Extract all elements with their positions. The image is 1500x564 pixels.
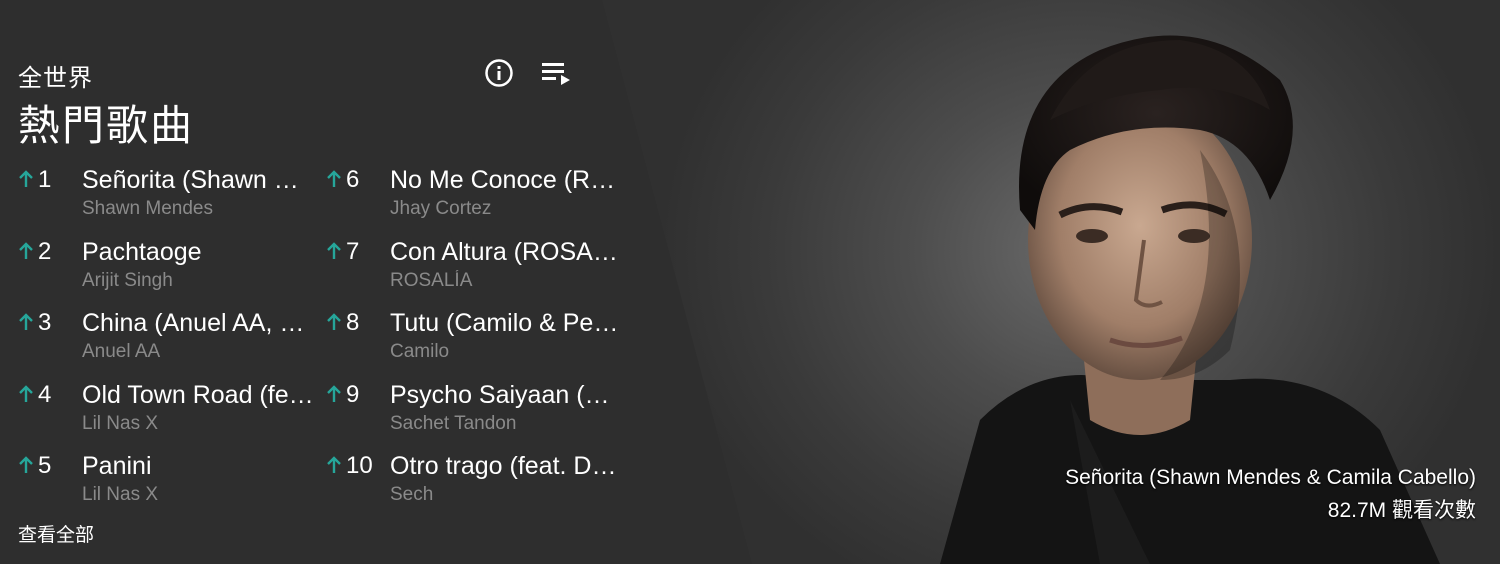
song-title[interactable]: Pachtaoge: [82, 238, 314, 267]
arrow-up-icon: [19, 241, 33, 259]
chart-list-item[interactable]: 5 Panini Lil Nas X: [18, 446, 318, 508]
song-title[interactable]: Otro trago (feat. Darell): [390, 452, 622, 481]
chart-title: 熱門歌曲: [18, 102, 195, 149]
chart-list-item[interactable]: 8 Tutu (Camilo & Pedro Capó) Camilo: [326, 303, 626, 365]
rank-number: 6: [346, 166, 360, 193]
song-artist[interactable]: Sachet Tandon: [390, 413, 622, 435]
arrow-up-icon: [327, 241, 341, 259]
chart-list-item[interactable]: 10 Otro trago (feat. Darell) Sech: [326, 446, 626, 508]
view-all-link[interactable]: 查看全部: [18, 520, 94, 547]
rank-number: 5: [38, 452, 52, 479]
song-title[interactable]: Con Altura (ROSALÍA, J Balvin): [390, 238, 622, 267]
playlist-play-icon[interactable]: [540, 60, 572, 86]
arrow-up-icon: [327, 170, 341, 187]
song-title[interactable]: China (Anuel AA, Daddy Yankee, Karol G, …: [82, 309, 314, 338]
trending-chart-card: Señorita (Shawn Mendes & Camila Cabello)…: [0, 0, 1500, 564]
chart-list-item[interactable]: 3 China (Anuel AA, Daddy Yankee, Karol G,…: [18, 303, 318, 365]
chart-list-item[interactable]: 6 No Me Conoce (Remix) Jhay Cortez: [326, 160, 626, 222]
song-artist[interactable]: Arijit Singh: [82, 270, 314, 292]
arrow-up-icon: [19, 313, 33, 330]
arrow-up-icon: [19, 384, 33, 402]
rank-number: 8: [346, 309, 360, 336]
info-icon[interactable]: [484, 58, 514, 88]
rank-number: 9: [346, 380, 360, 408]
arrow-up-icon: [327, 384, 341, 402]
song-artist[interactable]: Jhay Cortez: [390, 198, 622, 220]
song-artist[interactable]: Lil Nas X: [82, 413, 314, 435]
song-artist[interactable]: Lil Nas X: [82, 484, 314, 506]
chart-list-item[interactable]: 2 Pachtaoge Arijit Singh: [18, 232, 318, 294]
arrow-up-icon: [327, 313, 341, 330]
arrow-up-icon: [19, 170, 33, 187]
featured-view-count: 82.7M 觀看次數: [1327, 499, 1476, 522]
chart-list-item[interactable]: 7 Con Altura (ROSALÍA, J Balvin) ROSALÍA: [326, 232, 626, 294]
song-title[interactable]: No Me Conoce (Remix): [390, 166, 622, 195]
chart-region-label: 全世界: [18, 65, 93, 92]
song-title[interactable]: Tutu (Camilo & Pedro Capó): [390, 309, 622, 338]
song-title[interactable]: Psycho Saiyaan (Saaho): [390, 381, 622, 410]
rank-number: 4: [38, 380, 52, 408]
chart-list-item[interactable]: 4 Old Town Road (feat. Billy Ray Cyrus) Li…: [18, 375, 318, 437]
arrow-up-icon: [327, 456, 341, 473]
song-artist[interactable]: Sech: [390, 484, 622, 506]
song-title[interactable]: Señorita (Shawn Mendes & Camila Cabello): [82, 166, 314, 195]
arrow-up-icon: [19, 456, 33, 473]
chart-list-item[interactable]: 1 Señorita (Shawn Mendes & Camila Cabello…: [18, 160, 318, 222]
song-title[interactable]: Panini: [82, 452, 314, 481]
song-artist[interactable]: Anuel AA: [82, 341, 314, 363]
rank-number: 10: [346, 452, 373, 479]
song-title[interactable]: Old Town Road (feat. Billy Ray Cyrus): [82, 381, 314, 410]
rank-number: 1: [38, 166, 52, 193]
rank-number: 2: [38, 237, 52, 265]
rank-number: 3: [38, 309, 52, 336]
song-artist[interactable]: Shawn Mendes: [82, 198, 314, 220]
song-artist[interactable]: ROSALÍA: [390, 270, 622, 292]
song-artist[interactable]: Camilo: [390, 341, 622, 363]
rank-number: 7: [346, 237, 360, 265]
chart-list-item[interactable]: 9 Psycho Saiyaan (Saaho) Sachet Tandon: [326, 375, 626, 437]
featured-song-title[interactable]: Señorita (Shawn Mendes & Camila Cabello): [1065, 466, 1476, 490]
